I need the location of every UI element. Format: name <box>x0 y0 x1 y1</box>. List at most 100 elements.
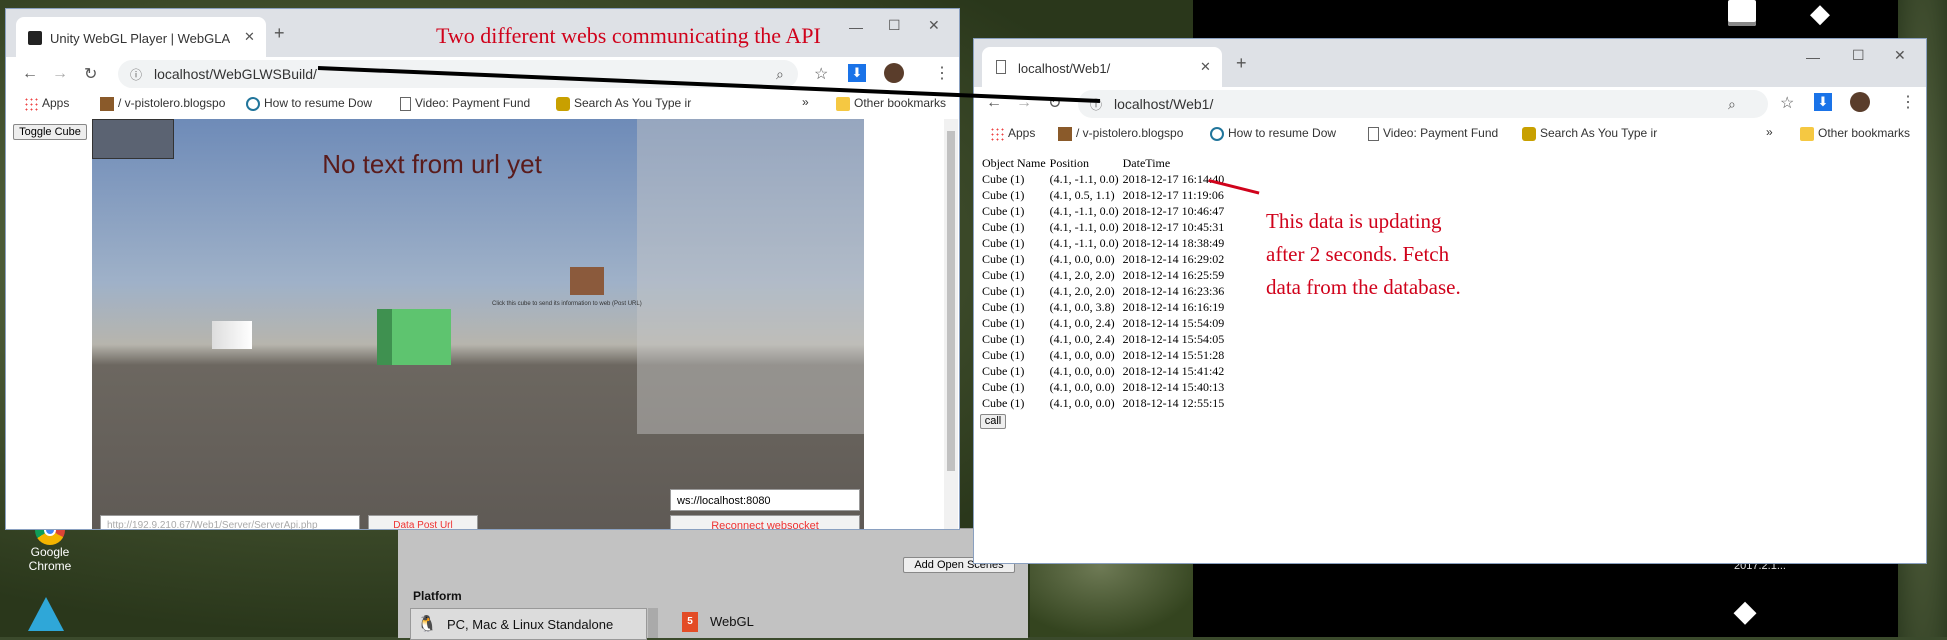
platform-item-standalone[interactable]: 🐧 PC, Mac & Linux Standalone <box>410 608 647 640</box>
desktop-icon-notepad[interactable] <box>1722 0 1762 28</box>
bookmarks-overflow-chevron-icon[interactable]: » <box>1766 125 1773 149</box>
bookmark-blogspot[interactable]: / v-pistolero.blogspo <box>1054 126 1183 150</box>
back-arrow-icon[interactable]: ← <box>22 65 38 83</box>
zoom-icon[interactable]: ⌕ <box>1728 96 1736 113</box>
shield-favicon-icon <box>1522 126 1536 141</box>
new-tab-plus-icon[interactable]: + <box>274 23 285 44</box>
cell-object-name: Cube (1) <box>982 348 1025 362</box>
download-icon[interactable]: ⬇ <box>848 64 866 82</box>
forward-arrow-icon[interactable]: → <box>52 65 68 83</box>
unity-canvas[interactable]: No text from url yet Click this cube to … <box>92 119 864 529</box>
avatar[interactable] <box>884 63 904 83</box>
reload-icon[interactable]: ↻ <box>84 64 97 84</box>
bookmarks-bar-right: Apps / v-pistolero.blogspo How to resume… <box>974 121 1926 147</box>
cell-position: (4.1, -1.1, 0.0) <box>1049 220 1119 234</box>
bookmark-search-as-you-type[interactable]: Search As You Type ir <box>552 96 691 120</box>
bookmark-wordpress[interactable]: How to resume Dow <box>242 96 372 120</box>
unity-favicon-icon <box>28 31 42 45</box>
table-row: Cube (1) (4.1, 0.0, 2.4) 2018-12-14 15:54:… <box>980 331 1226 347</box>
cell-position: (4.1, 0.0, 0.0) <box>1049 348 1115 362</box>
bookmark-wordpress[interactable]: How to resume Dow <box>1206 126 1336 150</box>
bookmark-blogspot[interactable]: / v-pistolero.blogspo <box>96 96 225 120</box>
cell-position: (4.1, 0.0, 2.4) <box>1049 316 1115 330</box>
unity-logo-icon: ◆ <box>1810 0 1830 28</box>
tab-web1[interactable]: localhost/Web1/ ✕ <box>982 47 1222 87</box>
minimize-icon[interactable]: — <box>1806 49 1820 65</box>
forward-arrow-icon[interactable]: → <box>1016 94 1032 112</box>
bookmark-search-as-you-type[interactable]: Search As You Type ir <box>1518 126 1657 150</box>
desktop-icon-unity-top[interactable]: ◆ <box>1800 0 1840 28</box>
annotation-right-line-2: after 2 seconds. Fetch <box>1266 242 1450 266</box>
table-row: Cube (1) (4.1, 0.0, 0.0) 2018-12-14 15:41:… <box>980 363 1226 379</box>
header-datetime: DateTime <box>1122 156 1171 170</box>
green-cube[interactable] <box>377 309 451 365</box>
html5-icon: 5 <box>682 612 698 632</box>
bookmark-other[interactable]: Other bookmarks <box>1796 126 1910 150</box>
page-icon <box>400 96 411 111</box>
address-bar[interactable]: ⓘ localhost/WebGLWSBuild/ ⌕ <box>118 60 798 88</box>
toggle-cube-button[interactable]: Toggle Cube <box>13 124 87 140</box>
cell-position: (4.1, 2.0, 2.0) <box>1049 268 1115 282</box>
star-bookmark-icon[interactable]: ☆ <box>1780 93 1794 113</box>
platform-list-scrollbar[interactable] <box>648 608 658 638</box>
page-content-right: Object Name Position DateTime Cube (1) (4… <box>974 149 1926 563</box>
close-icon[interactable]: ✕ <box>244 29 255 45</box>
close-window-icon[interactable]: ✕ <box>1894 47 1906 64</box>
new-tab-plus-icon[interactable]: + <box>1236 53 1247 74</box>
cell-datetime: 2018-12-17 10:46:47 <box>1122 204 1225 218</box>
table-row: Cube (1) (4.1, 2.0, 2.0) 2018-12-14 16:25:… <box>980 267 1226 283</box>
bookmark-other[interactable]: Other bookmarks <box>832 96 946 120</box>
cell-datetime: 2018-12-14 15:51:28 <box>1122 348 1225 362</box>
bookmark-apps[interactable]: Apps <box>986 126 1035 150</box>
download-icon[interactable]: ⬇ <box>1814 93 1832 111</box>
close-icon[interactable]: ✕ <box>1200 59 1211 75</box>
platform-item-webgl[interactable]: 5 WebGL <box>680 608 880 638</box>
address-bar[interactable]: ⓘ localhost/Web1/ ⌕ <box>1078 90 1768 118</box>
white-cube[interactable] <box>212 321 252 349</box>
cell-position: (4.1, 0.5, 1.1) <box>1049 188 1115 202</box>
star-bookmark-icon[interactable]: ☆ <box>814 64 828 84</box>
brown-cube[interactable] <box>570 267 604 295</box>
tab-unity-webgl[interactable]: Unity WebGL Player | WebGLAnd ✕ <box>16 17 266 57</box>
table-row: Cube (1) (4.1, 0.0, 0.0) 2018-12-14 15:51:… <box>980 347 1226 363</box>
minimize-icon[interactable]: — <box>849 19 863 35</box>
desktop-icon-unity-bottom[interactable]: ◆ <box>1725 595 1765 631</box>
desktop-icon-app-triangle[interactable] <box>26 597 66 635</box>
zoom-icon[interactable]: ⌕ <box>776 66 784 83</box>
cell-datetime: 2018-12-14 15:40:13 <box>1122 380 1225 394</box>
close-window-icon[interactable]: ✕ <box>928 17 940 34</box>
cell-object-name: Cube (1) <box>982 236 1025 250</box>
cell-datetime: 2018-12-14 16:23:36 <box>1122 284 1225 298</box>
table-row: Cube (1) (4.1, -1.1, 0.0) 2018-12-17 16:14… <box>980 171 1226 187</box>
bookmark-video-payment[interactable]: Video: Payment Fund <box>1364 126 1498 150</box>
post-url-input[interactable]: http://192.9.210.67/Web1/Server/ServerAp… <box>100 515 360 529</box>
menu-kebab-icon[interactable]: ⋮ <box>934 63 950 83</box>
table-row: Cube (1) (4.1, 0.0, 3.8) 2018-12-14 16:16:… <box>980 299 1226 315</box>
cell-datetime: 2018-12-14 16:16:19 <box>1122 300 1225 314</box>
cell-datetime: 2018-12-17 11:19:06 <box>1122 188 1224 202</box>
bookmarks-overflow-chevron-icon[interactable]: » <box>802 95 809 119</box>
maximize-icon[interactable]: ☐ <box>1852 47 1865 64</box>
table-row: Cube (1) (4.1, 0.0, 2.4) 2018-12-14 15:54:… <box>980 315 1226 331</box>
cell-datetime: 2018-12-17 10:45:31 <box>1122 220 1225 234</box>
bookmark-apps[interactable]: Apps <box>20 96 69 120</box>
annotation-right-line-3: data from the database. <box>1266 275 1461 299</box>
browser-window-left: Unity WebGL Player | WebGLAnd ✕ + Two di… <box>5 8 960 530</box>
table-body: Cube (1) (4.1, -1.1, 0.0) 2018-12-17 16:14… <box>980 171 1226 411</box>
cell-object-name: Cube (1) <box>982 380 1025 394</box>
maximize-icon[interactable]: ☐ <box>888 17 901 34</box>
scrollbar-thumb[interactable] <box>947 131 955 471</box>
data-post-url-button[interactable]: Data Post Url <box>368 515 478 529</box>
reconnect-websocket-button[interactable]: Reconnect websocket <box>670 515 860 529</box>
menu-kebab-icon[interactable]: ⋮ <box>1900 92 1916 112</box>
table-header-row: Object Name Position DateTime <box>980 155 1226 171</box>
vertical-scrollbar[interactable] <box>944 119 958 529</box>
wordpress-icon <box>246 96 260 111</box>
desktop-icon-chrome-label-1: Google <box>30 545 70 559</box>
back-arrow-icon[interactable]: ← <box>986 94 1002 112</box>
call-button[interactable]: call <box>980 414 1006 429</box>
avatar[interactable] <box>1850 92 1870 112</box>
ws-url-input[interactable]: ws://localhost:8080 <box>670 489 860 511</box>
reload-icon[interactable]: ↻ <box>1048 93 1061 113</box>
bookmark-video-payment[interactable]: Video: Payment Fund <box>396 96 530 120</box>
